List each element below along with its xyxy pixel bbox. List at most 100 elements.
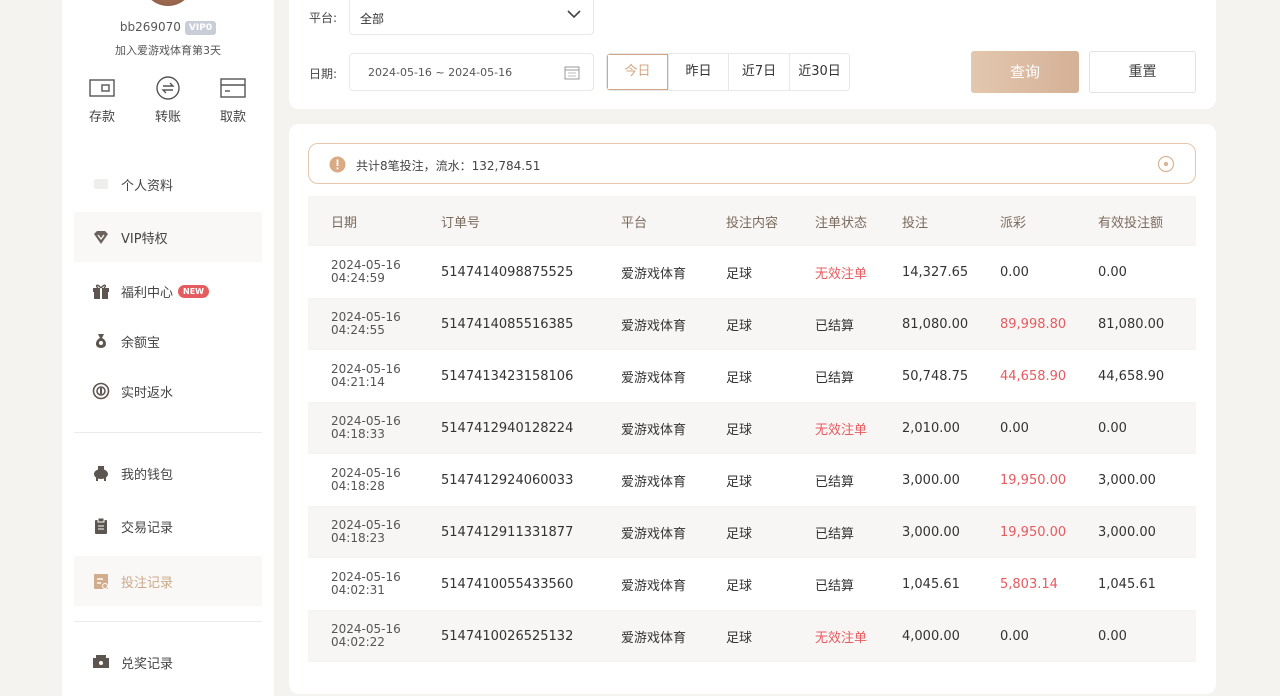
header-bet: 投注 [902,215,929,231]
cell-valid-bet: 3,000.00 [1098,524,1156,540]
date-range-input[interactable]: 2024-05-16 ~ 2024-05-16 [349,53,594,91]
sidebar-item-bets[interactable]: 投注记录 [74,556,262,606]
header-payout: 派彩 [1000,215,1027,231]
cell-bet: 81,080.00 [902,316,969,332]
cell-status: 无效注单 [815,422,868,438]
withdraw-button[interactable]: 取款 [208,76,258,125]
cell-time: 04:21:14 [331,375,385,389]
cell-datetime: 2024-05-16 04:02:22 [331,623,401,649]
header-platform: 平台 [621,215,648,231]
cell-bet: 14,327.65 [902,264,969,280]
card-icon [220,78,246,98]
header-valid-bet: 有效投注额 [1098,215,1164,231]
cell-payout: 0.00 [1000,420,1029,436]
range-yesterday-button[interactable]: 昨日 [668,54,728,90]
transfer-icon [156,76,180,100]
table-row: 2024-05-16 04:02:22 5147410026525132 爱游戏体育 足… [308,610,1196,662]
money-bag-icon [92,332,110,350]
sidebar-item-redeem[interactable]: 兑奖记录 [74,637,262,687]
sidebar-item-label: 投注记录 [121,575,174,591]
platform-select[interactable]: 全部 [349,0,594,35]
cell-valid-bet: 0.00 [1098,420,1127,436]
cell-valid-bet: 1,045.61 [1098,576,1156,592]
cell-time: 04:24:55 [331,323,385,337]
cell-datetime: 2024-05-16 04:18:23 [331,519,401,545]
header-date: 日期 [331,215,358,231]
bet-records-table: 日期 订单号 平台 投注内容 注单状态 投注 派彩 有效投注额 2024-05-… [308,196,1196,662]
sidebar-item-vip[interactable]: VIP特权 [74,212,262,262]
sidebar-item-transactions[interactable]: 交易记录 [74,501,262,551]
cell-time: 04:18:23 [331,531,385,545]
cell-datetime: 2024-05-16 04:24:59 [331,259,401,285]
cell-order: 5147414098875525 [441,264,574,280]
query-button[interactable]: 查询 [971,51,1079,93]
summary-text: 共计8笔投注，流水：132,784.51 [356,159,541,173]
platform-value: 全部 [360,12,385,26]
date-label: 日期: [309,67,338,81]
cell-datetime: 2024-05-16 04:02:31 [331,571,401,597]
info-icon [329,156,346,173]
cell-datetime: 2024-05-16 04:18:28 [331,467,401,493]
sidebar-item-welfare[interactable]: 福利中心 NEW [74,266,262,316]
cell-content: 足球 [726,526,753,542]
cell-order: 5147410026525132 [441,628,574,644]
transfer-button[interactable]: 转账 [143,76,193,125]
cell-bet: 3,000.00 [902,472,960,488]
cell-platform: 爱游戏体育 [621,318,687,334]
gift-icon [92,282,110,300]
cell-status: 已结算 [815,370,855,386]
cell-time: 04:02:22 [331,635,385,649]
cell-valid-bet: 3,000.00 [1098,472,1156,488]
table-row: 2024-05-16 04:24:55 5147414085516385 爱游戏体育 足… [308,298,1196,350]
rebate-icon [92,382,110,400]
cell-content: 足球 [726,578,753,594]
username: bb269070 [119,20,181,34]
cell-platform: 爱游戏体育 [621,422,687,438]
diamond-heart-icon [92,228,110,246]
cell-bet: 1,045.61 [902,576,960,592]
cell-order: 5147412911331877 [441,524,574,540]
sidebar: bb269070 VIP0 加入爱游戏体育第3天 存款 转账 取款 个人资料 VI… [62,0,274,696]
cell-payout: 89,998.80 [1000,316,1067,332]
cell-bet: 4,000.00 [902,628,960,644]
sidebar-item-rebate[interactable]: 实时返水 [74,366,262,416]
filter-panel: 平台: 全部 日期: 2024-05-16 ~ 2024-05-16 今日 昨日… [289,0,1216,109]
sidebar-item-label: 个人资料 [121,178,174,194]
avatar[interactable] [142,0,194,6]
sidebar-item-balance[interactable]: 余额宝 [74,316,262,366]
cell-platform: 爱游戏体育 [621,578,687,594]
header-status: 注单状态 [815,215,868,231]
header-content: 投注内容 [726,215,779,231]
cell-payout: 0.00 [1000,628,1029,644]
date-range-buttons: 今日 昨日 近7日 近30日 [606,53,850,91]
cell-status: 已结算 [815,578,855,594]
sidebar-item-profile[interactable]: 个人资料 [74,159,262,209]
sidebar-item-label: 福利中心 [121,285,174,301]
cell-time: 04:02:31 [331,583,385,597]
table-row: 2024-05-16 04:24:59 5147414098875525 爱游戏体育 足… [308,246,1196,298]
platform-label: 平台: [309,11,338,25]
expand-icon[interactable] [1157,155,1175,173]
cell-order: 5147412924060033 [441,472,574,488]
reset-button[interactable]: 重置 [1089,51,1196,93]
range-7days-button[interactable]: 近7日 [728,54,789,90]
table-header: 日期 订单号 平台 投注内容 注单状态 投注 派彩 有效投注额 [308,196,1196,246]
sidebar-item-label: VIP特权 [121,231,168,247]
cell-datetime: 2024-05-16 04:18:33 [331,415,401,441]
deposit-button[interactable]: 存款 [77,76,127,125]
table-row: 2024-05-16 04:18:28 5147412924060033 爱游戏体育 足… [308,454,1196,506]
cell-status: 已结算 [815,318,855,334]
cell-payout: 0.00 [1000,264,1029,280]
table-row: 2024-05-16 04:02:31 5147410055433560 爱游戏体育 足… [308,558,1196,610]
sidebar-item-wallet[interactable]: 我的钱包 [74,448,262,498]
cell-bet: 3,000.00 [902,524,960,540]
range-today-button[interactable]: 今日 [607,54,668,90]
transfer-label: 转账 [154,110,181,125]
joined-days: 加入爱游戏体育第3天 [115,44,221,57]
table-row: 2024-05-16 04:18:33 5147412940128224 爱游戏体育 足… [308,402,1196,454]
cell-payout: 5,803.14 [1000,576,1058,592]
cell-content: 足球 [726,266,753,282]
range-30days-button[interactable]: 近30日 [789,54,849,90]
cell-platform: 爱游戏体育 [621,266,687,282]
table-row: 2024-05-16 04:18:23 5147412911331877 爱游戏体育 足… [308,506,1196,558]
